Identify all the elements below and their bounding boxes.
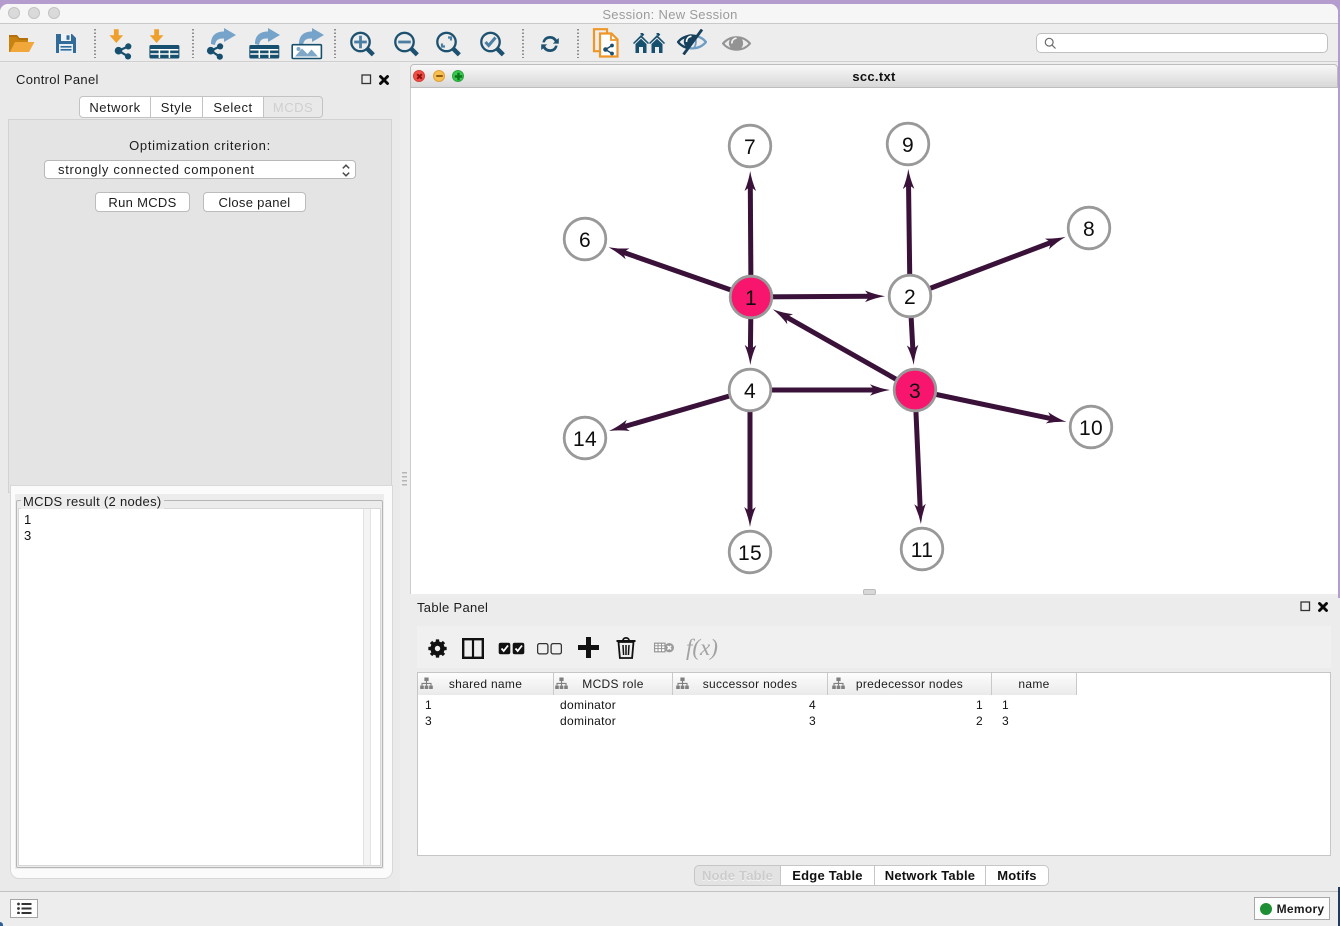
- svg-text:3: 3: [909, 380, 921, 403]
- svg-text:10: 10: [1079, 417, 1103, 440]
- svg-text:8: 8: [1083, 218, 1095, 241]
- svg-text:1: 1: [745, 287, 757, 310]
- svg-text:2: 2: [904, 286, 916, 309]
- svg-text:9: 9: [902, 134, 914, 157]
- svg-text:7: 7: [744, 136, 756, 159]
- svg-text:6: 6: [579, 229, 591, 252]
- svg-text:4: 4: [744, 380, 756, 403]
- svg-text:15: 15: [738, 542, 762, 565]
- svg-text:14: 14: [573, 428, 597, 451]
- svg-text:11: 11: [911, 539, 933, 562]
